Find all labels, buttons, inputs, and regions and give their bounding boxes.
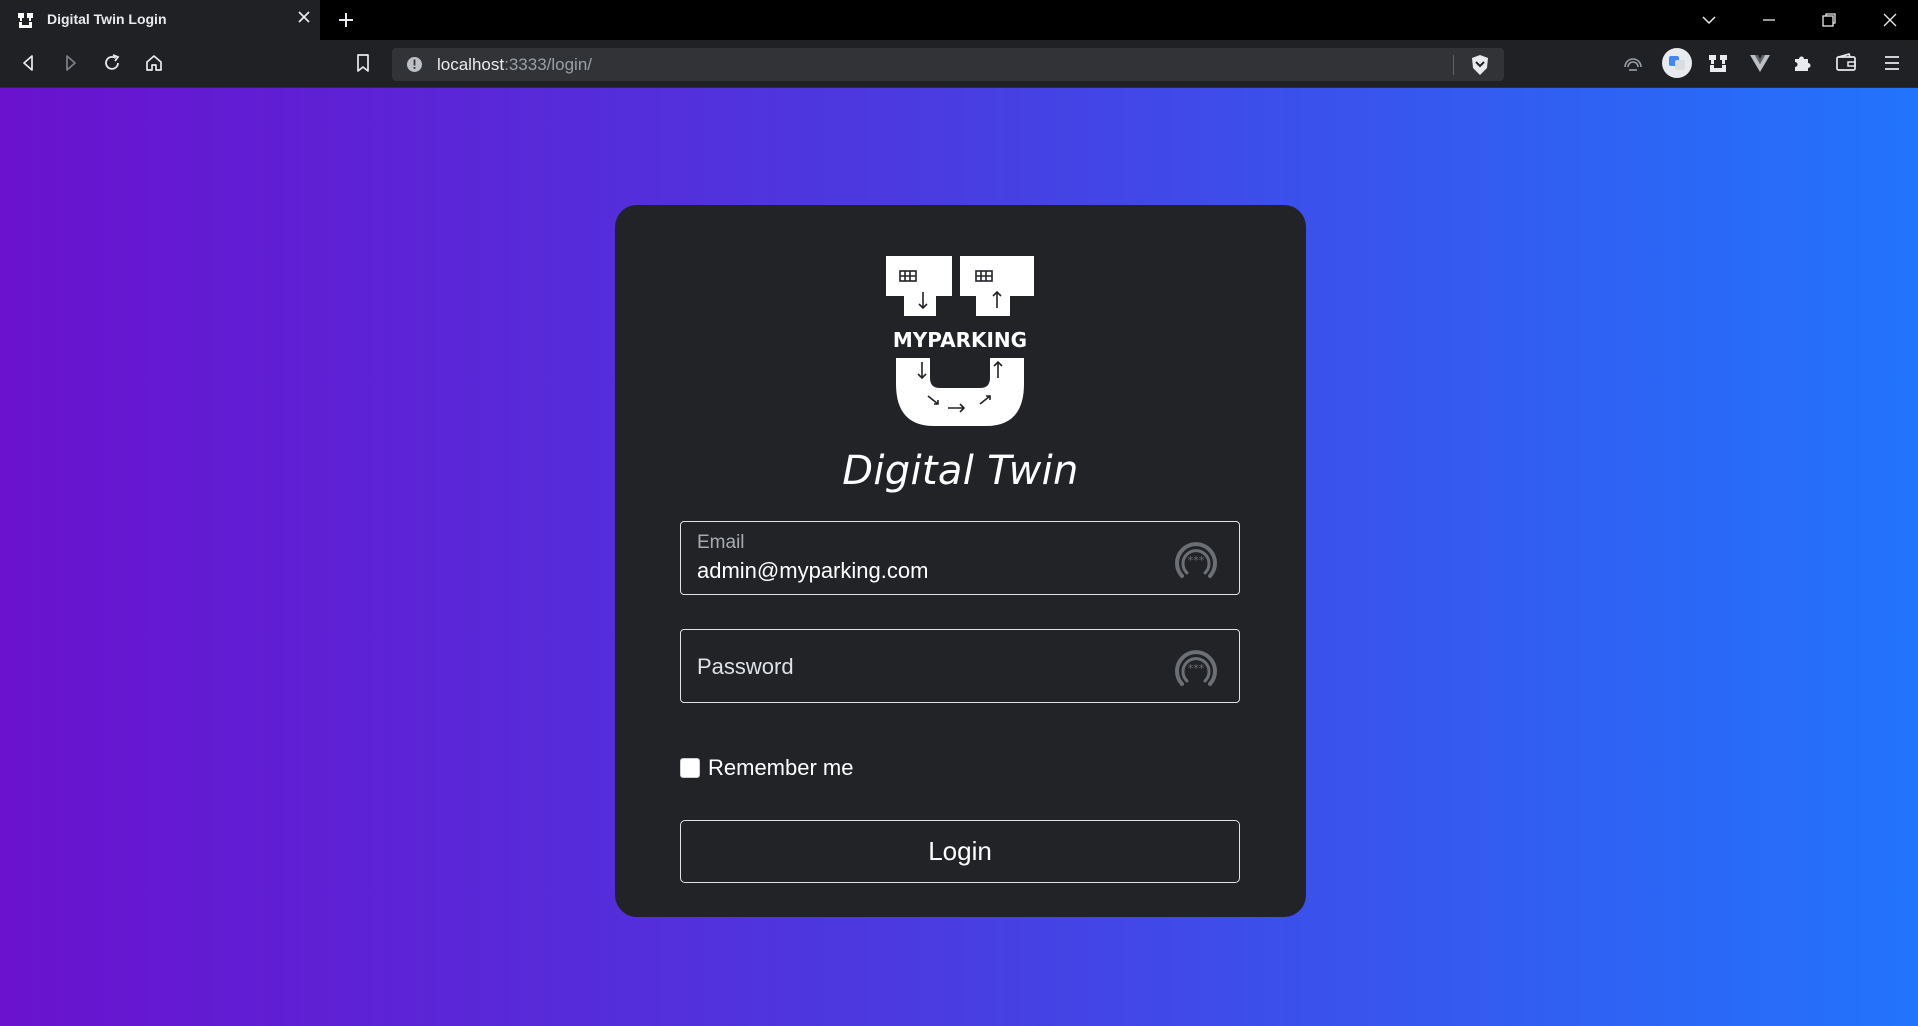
remember-me-checkbox[interactable] [680,758,700,778]
tab-title: Digital Twin Login [47,11,167,27]
login-button[interactable]: Login [680,820,1240,883]
restore-icon[interactable] [1819,10,1839,30]
url-text: localhost:3333/login/ [437,55,592,75]
email-input-value[interactable]: admin@myparking.com [697,558,928,584]
email-label: Email [697,532,745,553]
tab-search-chevron-icon[interactable] [1699,10,1719,30]
myparking-favicon-icon [18,13,33,28]
password-manager-icon[interactable]: *** [1169,641,1223,695]
url-divider [1453,55,1454,75]
email-field[interactable]: Email admin@myparking.com *** [680,521,1240,595]
login-card: MYPARKING Digital Twin Email admin@mypar… [615,205,1306,917]
back-icon[interactable] [17,51,41,75]
url-host: localhost [437,55,505,74]
remember-me-label[interactable]: Remember me [708,755,853,781]
svg-text:***: *** [1188,554,1205,567]
logo-text: MYPARKING [893,328,1027,352]
extensions-puzzle-icon[interactable] [1790,51,1814,75]
password-field[interactable]: Password *** [680,629,1240,703]
password-manager-icon[interactable]: *** [1169,533,1223,587]
reload-icon[interactable] [100,51,124,75]
address-bar[interactable]: localhost:3333/login/ [392,48,1504,81]
myparking-logo: MYPARKING [886,256,1034,426]
url-path: :3333/login/ [504,55,593,74]
password-placeholder: Password [697,654,794,679]
browser-toolbar: localhost:3333/login/ [0,40,1918,88]
google-translate-icon[interactable] [1662,48,1692,78]
remember-me-row: Remember me [680,755,853,781]
browser-tab[interactable]: Digital Twin Login [0,0,320,40]
myparking-extension-icon[interactable] [1706,51,1730,75]
menu-icon[interactable] [1880,51,1904,75]
new-tab-icon[interactable] [336,10,356,30]
close-tab-icon[interactable] [297,10,311,24]
site-info-icon[interactable] [406,56,423,73]
close-window-icon[interactable] [1880,10,1900,30]
brave-shield-icon[interactable] [1470,54,1490,76]
leo-ai-icon[interactable] [1621,51,1645,75]
wallet-icon[interactable] [1834,51,1858,75]
minimize-icon[interactable] [1759,10,1779,30]
app-title: Digital Twin [842,448,1079,494]
home-icon[interactable] [142,51,166,75]
forward-icon[interactable] [58,51,82,75]
svg-text:***: *** [1188,662,1205,675]
vue-devtools-icon[interactable] [1748,51,1772,75]
page-background: MYPARKING Digital Twin Email admin@mypar… [0,88,1918,1026]
browser-tab-strip: Digital Twin Login [0,0,1918,40]
bookmark-icon[interactable] [351,51,375,75]
